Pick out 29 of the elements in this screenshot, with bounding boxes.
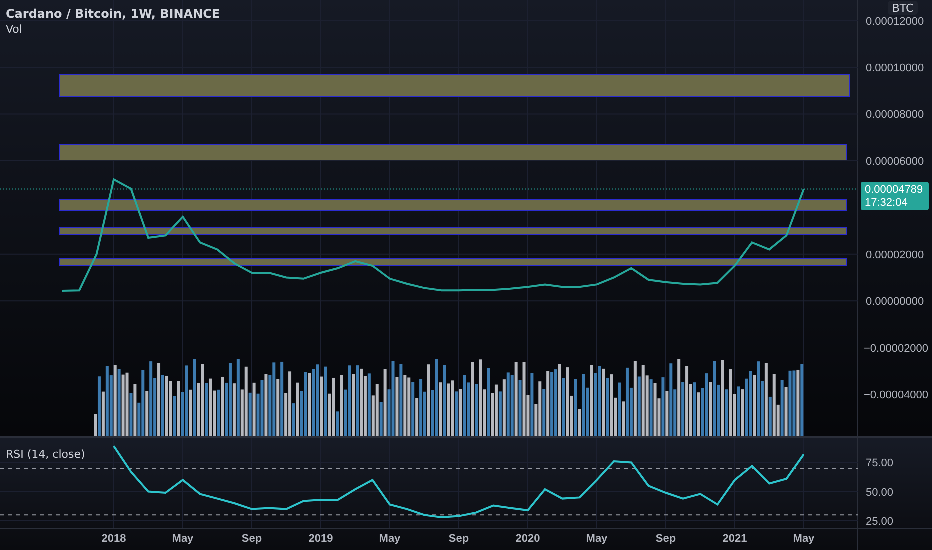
currency-badge: BTC: [888, 1, 918, 15]
time-axis-label: Sep: [656, 533, 676, 545]
price-axis-label: −0.00004000: [864, 390, 929, 402]
last-price: 0.00004789: [865, 184, 924, 196]
price-axis-label: −0.00002000: [864, 342, 929, 355]
time-axis-label: 2021: [722, 533, 748, 545]
countdown-timer: 17:32:04: [865, 197, 908, 210]
time-axis-label: Sep: [448, 533, 470, 545]
chart-title: Cardano / Bitcoin, 1W, BINANCE: [6, 7, 220, 21]
rsi-axis-label: 50.00: [866, 486, 894, 499]
price-axis-label: 0.00006000: [866, 156, 924, 168]
time-axis-label: 2018: [102, 533, 126, 545]
rsi-axis-label: 75.00: [866, 458, 894, 470]
time-axis-label: Sep: [242, 533, 262, 545]
price-axis-label: 0.00000000: [866, 296, 924, 308]
price-axis-label: 0.00012000: [866, 16, 924, 28]
price-axis-label: 0.00010000: [866, 62, 924, 74]
time-axis-label: 2019: [308, 533, 334, 545]
price-axis-label: 0.00008000: [866, 109, 924, 122]
time-axis-label: May: [586, 533, 608, 545]
time-axis-label: May: [172, 533, 194, 545]
rsi-axis-label: 25.00: [866, 516, 894, 528]
time-axis-label: May: [793, 533, 815, 545]
volume-label: Vol: [6, 23, 22, 36]
price-label-background: [861, 182, 929, 210]
price-axis-label: 0.00002000: [866, 249, 924, 262]
rsi-label: RSI (14, close): [6, 448, 86, 461]
time-axis-label: 2020: [516, 533, 540, 545]
time-axis-label: May: [379, 533, 401, 545]
